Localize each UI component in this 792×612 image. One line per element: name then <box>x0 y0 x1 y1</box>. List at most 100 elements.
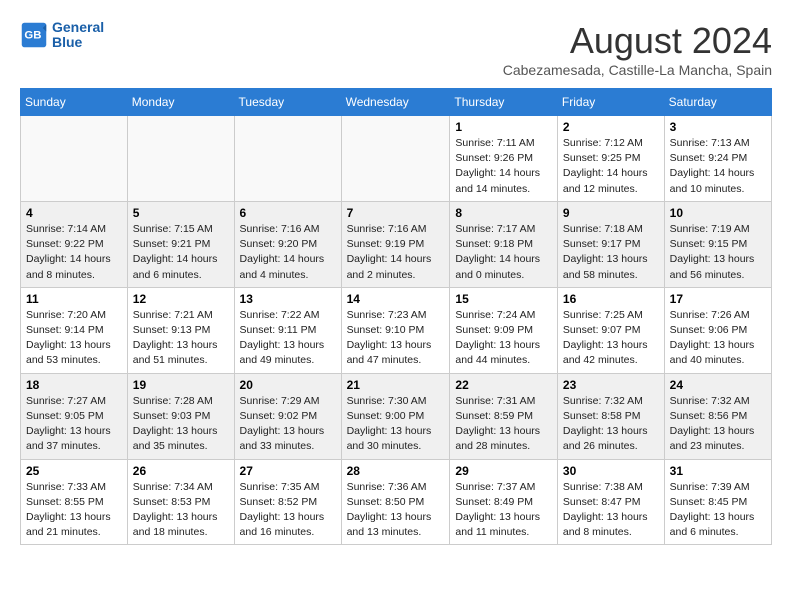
month-year-title: August 2024 <box>503 20 772 62</box>
calendar-cell: 12 Sunrise: 7:21 AM Sunset: 9:13 PM Dayli… <box>127 287 234 373</box>
day-info: Sunrise: 7:24 AM Sunset: 9:09 PM Dayligh… <box>455 308 552 369</box>
col-header-saturday: Saturday <box>664 89 771 116</box>
calendar-cell: 17 Sunrise: 7:26 AM Sunset: 9:06 PM Dayli… <box>664 287 771 373</box>
calendar-cell: 20 Sunrise: 7:29 AM Sunset: 9:02 PM Dayli… <box>234 373 341 459</box>
day-number: 26 <box>133 464 229 478</box>
day-info: Sunrise: 7:11 AM Sunset: 9:26 PM Dayligh… <box>455 136 552 197</box>
day-number: 8 <box>455 206 552 220</box>
day-number: 20 <box>240 378 336 392</box>
page-header: GB General Blue August 2024 Cabezamesada… <box>20 20 772 78</box>
day-info: Sunrise: 7:18 AM Sunset: 9:17 PM Dayligh… <box>563 222 659 283</box>
day-number: 1 <box>455 120 552 134</box>
day-number: 29 <box>455 464 552 478</box>
calendar-cell: 31 Sunrise: 7:39 AM Sunset: 8:45 PM Dayli… <box>664 459 771 545</box>
calendar-cell: 3Sunrise: 7:13 AM Sunset: 9:24 PM Daylig… <box>664 116 771 202</box>
calendar-cell: 30 Sunrise: 7:38 AM Sunset: 8:47 PM Dayli… <box>557 459 664 545</box>
calendar-cell: 19 Sunrise: 7:28 AM Sunset: 9:03 PM Dayli… <box>127 373 234 459</box>
calendar-cell: 25 Sunrise: 7:33 AM Sunset: 8:55 PM Dayli… <box>21 459 128 545</box>
calendar-cell: 23 Sunrise: 7:32 AM Sunset: 8:58 PM Dayli… <box>557 373 664 459</box>
calendar-cell: 29 Sunrise: 7:37 AM Sunset: 8:49 PM Dayli… <box>450 459 558 545</box>
calendar-cell: 13 Sunrise: 7:22 AM Sunset: 9:11 PM Dayli… <box>234 287 341 373</box>
day-info: Sunrise: 7:16 AM Sunset: 9:20 PM Dayligh… <box>240 222 336 283</box>
calendar-cell: 2 Sunrise: 7:12 AM Sunset: 9:25 PM Daylig… <box>557 116 664 202</box>
day-number: 31 <box>670 464 766 478</box>
day-number: 5 <box>133 206 229 220</box>
day-info: Sunrise: 7:39 AM Sunset: 8:45 PM Dayligh… <box>670 480 766 541</box>
day-info: Sunrise: 7:37 AM Sunset: 8:49 PM Dayligh… <box>455 480 552 541</box>
day-info: Sunrise: 7:31 AM Sunset: 8:59 PM Dayligh… <box>455 394 552 455</box>
logo-line2: Blue <box>52 35 104 50</box>
calendar-cell: 4 Sunrise: 7:14 AM Sunset: 9:22 PM Daylig… <box>21 201 128 287</box>
calendar-header-row: SundayMondayTuesdayWednesdayThursdayFrid… <box>21 89 772 116</box>
calendar-cell: 26 Sunrise: 7:34 AM Sunset: 8:53 PM Dayli… <box>127 459 234 545</box>
calendar-cell: 27 Sunrise: 7:35 AM Sunset: 8:52 PM Dayli… <box>234 459 341 545</box>
calendar-week-row: 4 Sunrise: 7:14 AM Sunset: 9:22 PM Daylig… <box>21 201 772 287</box>
day-info: Sunrise: 7:36 AM Sunset: 8:50 PM Dayligh… <box>347 480 445 541</box>
day-info: Sunrise: 7:21 AM Sunset: 9:13 PM Dayligh… <box>133 308 229 369</box>
calendar-cell: 5Sunrise: 7:15 AM Sunset: 9:21 PM Daylig… <box>127 201 234 287</box>
col-header-monday: Monday <box>127 89 234 116</box>
day-info: Sunrise: 7:12 AM Sunset: 9:25 PM Dayligh… <box>563 136 659 197</box>
day-info: Sunrise: 7:26 AM Sunset: 9:06 PM Dayligh… <box>670 308 766 369</box>
calendar-cell <box>127 116 234 202</box>
day-info: Sunrise: 7:35 AM Sunset: 8:52 PM Dayligh… <box>240 480 336 541</box>
day-number: 15 <box>455 292 552 306</box>
calendar-cell: 11Sunrise: 7:20 AM Sunset: 9:14 PM Dayli… <box>21 287 128 373</box>
day-number: 3 <box>670 120 766 134</box>
calendar-cell: 7Sunrise: 7:16 AM Sunset: 9:19 PM Daylig… <box>341 201 450 287</box>
day-number: 22 <box>455 378 552 392</box>
day-number: 17 <box>670 292 766 306</box>
calendar-cell <box>234 116 341 202</box>
col-header-tuesday: Tuesday <box>234 89 341 116</box>
day-info: Sunrise: 7:32 AM Sunset: 8:56 PM Dayligh… <box>670 394 766 455</box>
day-info: Sunrise: 7:32 AM Sunset: 8:58 PM Dayligh… <box>563 394 659 455</box>
calendar-cell: 22 Sunrise: 7:31 AM Sunset: 8:59 PM Dayli… <box>450 373 558 459</box>
day-number: 25 <box>26 464 122 478</box>
day-info: Sunrise: 7:30 AM Sunset: 9:00 PM Dayligh… <box>347 394 445 455</box>
day-number: 19 <box>133 378 229 392</box>
calendar-cell: 21 Sunrise: 7:30 AM Sunset: 9:00 PM Dayli… <box>341 373 450 459</box>
day-number: 28 <box>347 464 445 478</box>
day-number: 12 <box>133 292 229 306</box>
day-info: Sunrise: 7:14 AM Sunset: 9:22 PM Dayligh… <box>26 222 122 283</box>
day-info: Sunrise: 7:25 AM Sunset: 9:07 PM Dayligh… <box>563 308 659 369</box>
svg-text:GB: GB <box>24 30 41 42</box>
calendar-week-row: 25 Sunrise: 7:33 AM Sunset: 8:55 PM Dayli… <box>21 459 772 545</box>
calendar-cell: 6 Sunrise: 7:16 AM Sunset: 9:20 PM Daylig… <box>234 201 341 287</box>
day-info: Sunrise: 7:23 AM Sunset: 9:10 PM Dayligh… <box>347 308 445 369</box>
day-info: Sunrise: 7:17 AM Sunset: 9:18 PM Dayligh… <box>455 222 552 283</box>
day-info: Sunrise: 7:34 AM Sunset: 8:53 PM Dayligh… <box>133 480 229 541</box>
calendar-cell: 10Sunrise: 7:19 AM Sunset: 9:15 PM Dayli… <box>664 201 771 287</box>
day-number: 16 <box>563 292 659 306</box>
calendar-week-row: 11Sunrise: 7:20 AM Sunset: 9:14 PM Dayli… <box>21 287 772 373</box>
col-header-sunday: Sunday <box>21 89 128 116</box>
day-number: 27 <box>240 464 336 478</box>
title-block: August 2024 Cabezamesada, Castille-La Ma… <box>503 20 772 78</box>
day-number: 7 <box>347 206 445 220</box>
day-info: Sunrise: 7:29 AM Sunset: 9:02 PM Dayligh… <box>240 394 336 455</box>
col-header-thursday: Thursday <box>450 89 558 116</box>
day-info: Sunrise: 7:33 AM Sunset: 8:55 PM Dayligh… <box>26 480 122 541</box>
calendar-week-row: 1 Sunrise: 7:11 AM Sunset: 9:26 PM Daylig… <box>21 116 772 202</box>
calendar-cell: 24Sunrise: 7:32 AM Sunset: 8:56 PM Dayli… <box>664 373 771 459</box>
calendar-cell: 18Sunrise: 7:27 AM Sunset: 9:05 PM Dayli… <box>21 373 128 459</box>
day-info: Sunrise: 7:19 AM Sunset: 9:15 PM Dayligh… <box>670 222 766 283</box>
day-info: Sunrise: 7:27 AM Sunset: 9:05 PM Dayligh… <box>26 394 122 455</box>
col-header-friday: Friday <box>557 89 664 116</box>
day-number: 6 <box>240 206 336 220</box>
calendar-cell: 15 Sunrise: 7:24 AM Sunset: 9:09 PM Dayli… <box>450 287 558 373</box>
day-number: 13 <box>240 292 336 306</box>
calendar-cell <box>21 116 128 202</box>
calendar-cell: 8 Sunrise: 7:17 AM Sunset: 9:18 PM Daylig… <box>450 201 558 287</box>
location-subtitle: Cabezamesada, Castille-La Mancha, Spain <box>503 62 772 78</box>
day-info: Sunrise: 7:28 AM Sunset: 9:03 PM Dayligh… <box>133 394 229 455</box>
day-info: Sunrise: 7:22 AM Sunset: 9:11 PM Dayligh… <box>240 308 336 369</box>
calendar-table: SundayMondayTuesdayWednesdayThursdayFrid… <box>20 88 772 545</box>
day-info: Sunrise: 7:38 AM Sunset: 8:47 PM Dayligh… <box>563 480 659 541</box>
day-number: 2 <box>563 120 659 134</box>
day-number: 23 <box>563 378 659 392</box>
day-number: 21 <box>347 378 445 392</box>
day-number: 30 <box>563 464 659 478</box>
day-number: 4 <box>26 206 122 220</box>
logo-line1: General <box>52 19 104 35</box>
